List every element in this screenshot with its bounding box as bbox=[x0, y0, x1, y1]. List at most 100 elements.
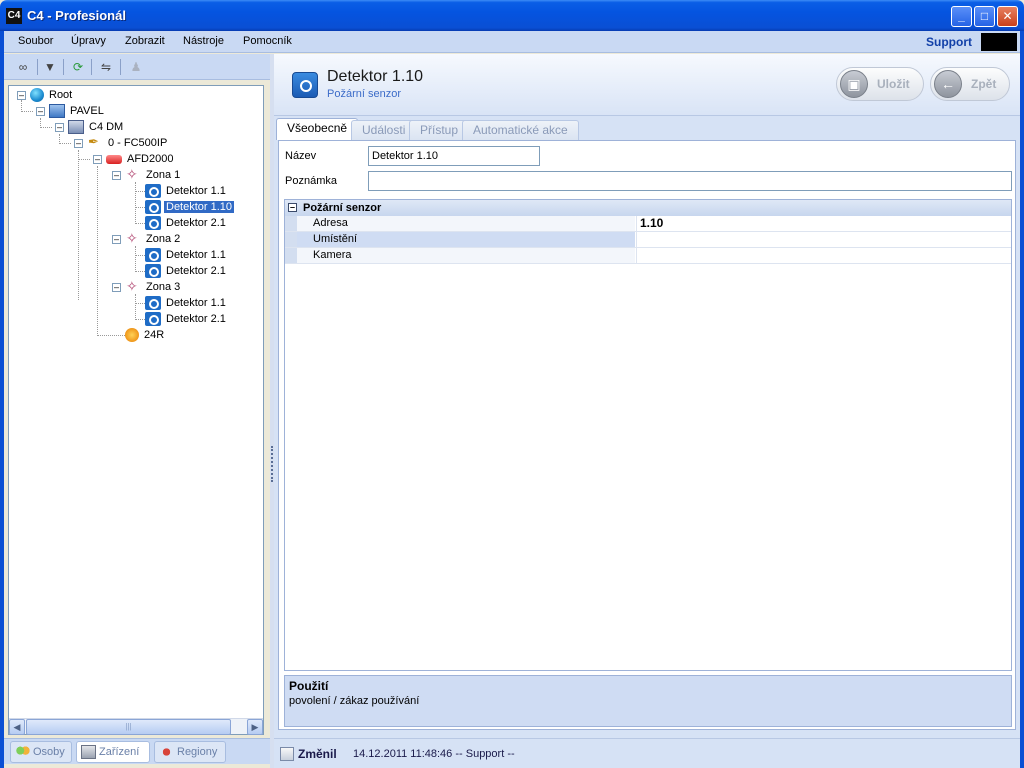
tab-udalosti[interactable]: Události bbox=[351, 120, 417, 140]
toolbar-separator bbox=[91, 59, 92, 75]
status-bar: Změnil 14.12.2011 11:48:46 -- Support -- bbox=[274, 738, 1020, 768]
property-value[interactable]: 1.10 bbox=[636, 216, 1011, 231]
menu-soubor[interactable]: Soubor bbox=[18, 35, 53, 47]
property-grid[interactable]: – Požární senzor Adresa 1.10 Umístění Ka… bbox=[284, 199, 1012, 671]
tree-node-detector-selected[interactable]: Detektor 1.10 bbox=[145, 199, 235, 215]
note-input[interactable] bbox=[368, 171, 1012, 191]
maximize-button[interactable]: □ bbox=[974, 6, 995, 27]
user-icon[interactable]: ♟ bbox=[128, 59, 144, 75]
modified-value: 14.12.2011 11:48:46 -- Support -- bbox=[353, 748, 515, 760]
tree-node-c4dm[interactable]: C4 DM bbox=[68, 119, 125, 135]
menu-pomocnik[interactable]: Pomocník bbox=[243, 35, 292, 47]
globe-icon bbox=[30, 88, 44, 103]
detector-icon bbox=[292, 72, 318, 98]
tree-node-label: Detektor 1.10 bbox=[164, 201, 235, 214]
tree-node-detector[interactable]: Detektor 1.1 bbox=[145, 295, 228, 311]
tree-node-label: C4 DM bbox=[89, 121, 124, 134]
help-title: Použití bbox=[289, 679, 329, 693]
tab-vseobecne[interactable]: Všeobecně bbox=[276, 118, 359, 140]
property-name: Kamera bbox=[285, 248, 635, 263]
help-text: povolení / zákaz používání bbox=[289, 695, 420, 707]
tree-node-pavel[interactable]: PAVEL bbox=[49, 103, 106, 119]
menu-nastroje[interactable]: Nástroje bbox=[183, 35, 224, 47]
tab-pristup[interactable]: Přístup bbox=[409, 120, 470, 140]
connect-icon[interactable]: ⇋ bbox=[98, 59, 114, 75]
tree-node-zona-1[interactable]: Zona 1 bbox=[125, 166, 182, 183]
tab-zarizeni[interactable]: Zařízení bbox=[76, 741, 150, 763]
detector-icon bbox=[145, 312, 161, 327]
tree-line bbox=[21, 111, 33, 112]
tree-expander[interactable]: – bbox=[93, 155, 102, 164]
tab-regiony[interactable]: Regiony bbox=[154, 741, 226, 763]
property-help-box: Použití povolení / zákaz používání bbox=[284, 675, 1012, 727]
tree-node-label: Detektor 2.1 bbox=[166, 217, 226, 230]
scroll-right-button[interactable]: ▶ bbox=[247, 719, 263, 735]
support-label[interactable]: Support bbox=[926, 35, 972, 49]
toolbar-separator bbox=[120, 59, 121, 75]
property-row-umisteni[interactable]: Umístění bbox=[285, 232, 1011, 248]
tree-line bbox=[59, 134, 60, 142]
tree-node-fc500ip[interactable]: 0 - FC500IP bbox=[87, 134, 169, 151]
back-button[interactable]: ← Zpět bbox=[930, 67, 1010, 101]
tree-expander[interactable]: – bbox=[17, 91, 26, 100]
view-icon[interactable]: ∞ bbox=[15, 59, 31, 75]
tree-node-detector[interactable]: Detektor 2.1 bbox=[145, 215, 228, 231]
tree-node-label: Detektor 1.1 bbox=[166, 297, 226, 310]
tree-horizontal-scrollbar[interactable]: ◀ ||| ▶ bbox=[9, 718, 263, 735]
tab-osoby[interactable]: Osoby bbox=[10, 741, 72, 763]
device-tree[interactable]: – – – – – – – – Root PAVEL C4 DM 0 - FC5… bbox=[8, 85, 264, 735]
minimize-button[interactable]: _ bbox=[951, 6, 972, 27]
scrollbar-thumb[interactable]: ||| bbox=[26, 719, 231, 735]
property-value[interactable] bbox=[636, 232, 1011, 247]
scroll-left-button[interactable]: ◀ bbox=[9, 719, 25, 735]
tree-expander[interactable]: – bbox=[55, 123, 64, 132]
tree-node-detector[interactable]: Detektor 1.1 bbox=[145, 247, 228, 263]
tree-node-detector[interactable]: Detektor 2.1 bbox=[145, 311, 228, 327]
tree-node-label: Zona 2 bbox=[146, 233, 181, 246]
property-value[interactable] bbox=[636, 248, 1011, 263]
tree-node-label: Root bbox=[49, 89, 73, 102]
tree-node-detector[interactable]: Detektor 1.1 bbox=[145, 183, 228, 199]
zone-icon bbox=[125, 278, 141, 294]
property-section-header[interactable]: – Požární senzor bbox=[285, 200, 1011, 216]
modified-label: Změnil bbox=[298, 747, 337, 761]
tree-node-label: 24R bbox=[144, 329, 165, 342]
navigator-tabs: Osoby Zařízení Regiony bbox=[4, 738, 270, 764]
tree-line bbox=[78, 159, 90, 160]
tree-expander[interactable]: – bbox=[36, 107, 45, 116]
refresh-icon[interactable]: ⟳ bbox=[70, 59, 86, 75]
people-icon bbox=[15, 745, 30, 759]
title-bar: C4 C4 - Profesionál _ □ ✕ bbox=[0, 0, 1024, 31]
splitter-grip[interactable] bbox=[271, 446, 273, 482]
tree-expander[interactable]: – bbox=[112, 171, 121, 180]
filter-icon[interactable]: ▼ bbox=[42, 59, 58, 75]
tree-node-label: Detektor 2.1 bbox=[166, 265, 226, 278]
tree-expander[interactable]: – bbox=[112, 283, 121, 292]
tree-expander[interactable]: – bbox=[112, 235, 121, 244]
tree-node-detector[interactable]: Detektor 2.1 bbox=[145, 263, 228, 279]
save-button[interactable]: ▣ Uložit bbox=[836, 67, 924, 101]
detector-icon bbox=[145, 264, 161, 279]
property-row-kamera[interactable]: Kamera bbox=[285, 248, 1011, 264]
name-input[interactable] bbox=[368, 146, 540, 166]
toolbar-separator bbox=[37, 59, 38, 75]
close-button[interactable]: ✕ bbox=[997, 6, 1018, 27]
tree-node-root[interactable]: Root bbox=[30, 87, 74, 103]
tree-node-afd2000[interactable]: AFD2000 bbox=[106, 151, 175, 167]
menu-zobrazit[interactable]: Zobrazit bbox=[125, 35, 165, 47]
property-row-adresa[interactable]: Adresa 1.10 bbox=[285, 216, 1011, 232]
tree-node-zona-3[interactable]: Zona 3 bbox=[125, 278, 182, 295]
tree-line bbox=[40, 127, 52, 128]
tree-line bbox=[59, 143, 71, 144]
collapse-icon[interactable]: – bbox=[288, 203, 297, 212]
menu-upravy[interactable]: Úpravy bbox=[71, 35, 106, 47]
tree-line bbox=[78, 150, 79, 300]
tab-label: Zařízení bbox=[99, 746, 140, 758]
tree-expander[interactable]: – bbox=[74, 139, 83, 148]
app-logo-icon: C4 bbox=[6, 8, 22, 24]
tree-node-24r[interactable]: 24R bbox=[125, 327, 166, 343]
tree-node-zona-2[interactable]: Zona 2 bbox=[125, 230, 182, 247]
window-title: C4 - Profesionál bbox=[27, 8, 126, 23]
detail-header: Detektor 1.10 Požární senzor ▣ Uložit ← … bbox=[274, 54, 1020, 116]
tab-automaticke-akce[interactable]: Automatické akce bbox=[462, 120, 579, 140]
